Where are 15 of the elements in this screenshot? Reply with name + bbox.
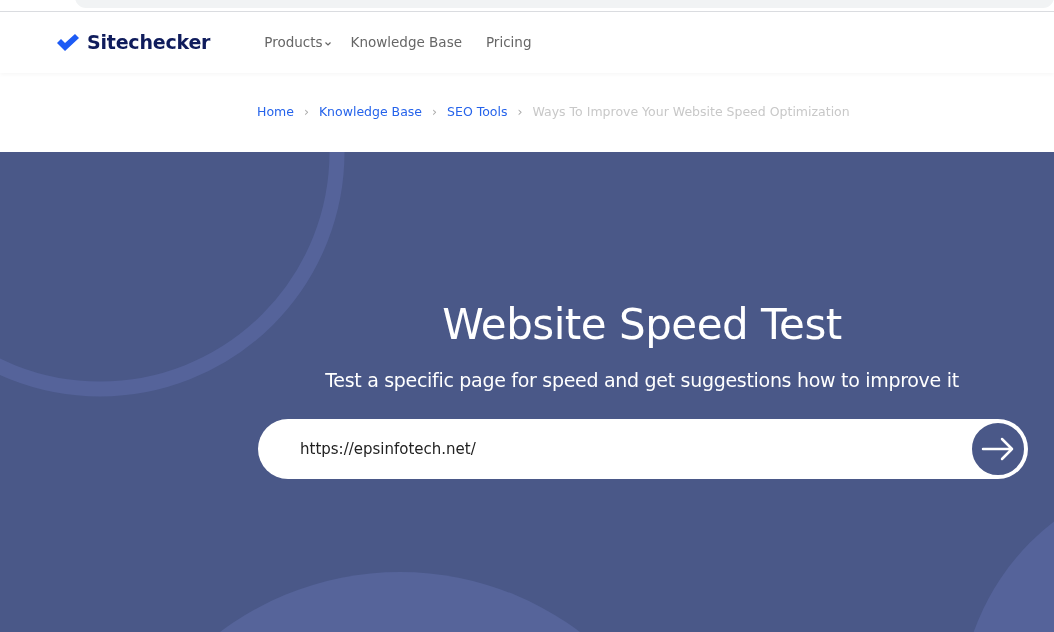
nav-dropdown[interactable]: Products — [264, 32, 331, 53]
hero-subtitle: Test a specific page for speed and get suggestions how to improve it — [325, 368, 959, 394]
checkmark-logo-icon — [57, 33, 79, 52]
hero-title: Website Speed Test — [442, 300, 842, 351]
logo[interactable]: Sitechecker — [57, 28, 211, 57]
breadcrumb-separator: › — [303, 103, 309, 122]
caret-icon — [324, 42, 331, 46]
breadcrumb-separator: › — [517, 103, 523, 122]
nav-link[interactable]: Knowledge Base — [350, 32, 462, 53]
breadcrumb-link[interactable]: Home — [257, 103, 294, 122]
breadcrumb-link[interactable]: SEO Tools — [447, 103, 508, 122]
breadcrumb-link[interactable]: Knowledge Base — [318, 103, 423, 122]
nav-link[interactable]: Pricing — [485, 32, 532, 53]
breadcrumb-separator: › — [432, 103, 438, 122]
url-input-field[interactable]: https://epsinfotech.net/ — [258, 418, 968, 479]
